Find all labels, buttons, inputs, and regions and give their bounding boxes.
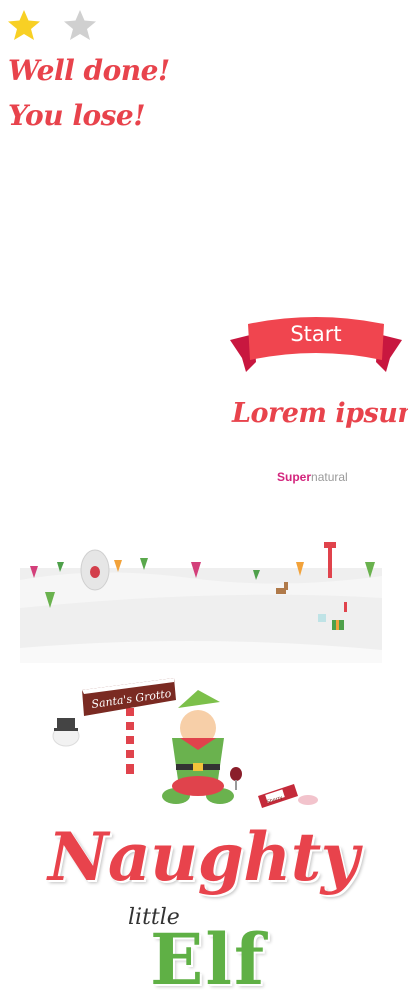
result-message-line1: Well done! (8, 54, 170, 87)
wine-glass-icon (230, 767, 242, 790)
present-icon (332, 620, 344, 630)
star-rating (8, 10, 96, 40)
star-empty-icon (64, 10, 96, 40)
sponsor-logo-light: natural (311, 470, 348, 484)
snow-landscape-scene (20, 542, 382, 663)
star-filled-icon (8, 10, 40, 40)
result-message-line2: You lose! (8, 99, 146, 132)
grotto-elf-scene: Santa's Grotto Sherry (52, 678, 318, 808)
snowman-icon (52, 718, 80, 747)
ice-cube-icon (318, 614, 326, 622)
elf-character-icon (162, 690, 234, 804)
title-word-naughty: Naughty (48, 818, 359, 896)
title-word-elf: Elf (150, 918, 267, 1001)
start-button[interactable]: Start (230, 314, 402, 378)
sponsor-logo-bold: Super (277, 470, 312, 484)
candy-cane-icon (344, 602, 347, 612)
start-button-label: Start (290, 322, 342, 346)
igloo-icon (80, 549, 110, 591)
tagline: Lorem ipsum (232, 398, 408, 429)
sponsor-logo[interactable]: Supernatural (277, 470, 348, 484)
